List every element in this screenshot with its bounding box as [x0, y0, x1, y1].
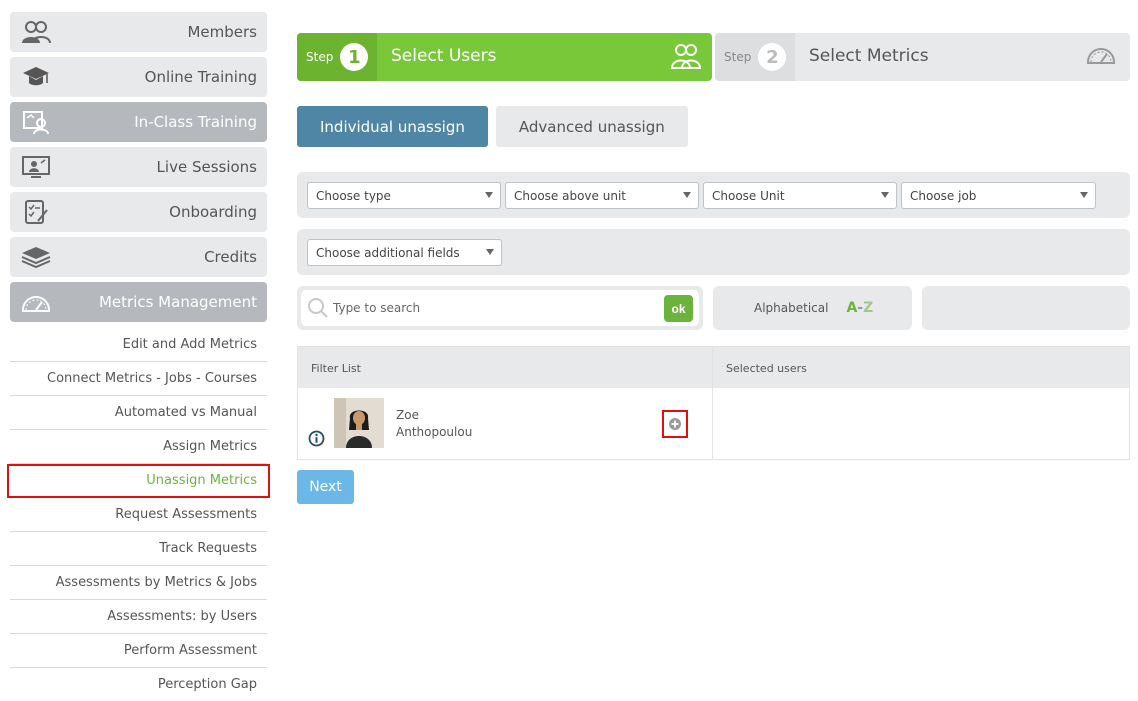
empty-panel: [922, 286, 1130, 330]
submenu-edit-and-add-metrics[interactable]: Edit and Add Metrics: [10, 328, 267, 362]
additional-filter-panel: Choose additional fields: [297, 229, 1130, 275]
search-box: ok: [301, 290, 699, 326]
dropdown-arrow-icon: [485, 192, 493, 198]
menu-item-onboarding[interactable]: Onboarding: [10, 192, 267, 232]
onboarding-checklist-icon: [20, 198, 52, 226]
submenu-assessments-by-metrics-jobs[interactable]: Assessments by Metrics & Jobs: [10, 566, 267, 600]
members-icon: [20, 18, 52, 46]
user-selection-table: Filter List Selected users Zoe Anthopoul…: [297, 346, 1130, 460]
classroom-icon: [20, 108, 52, 136]
unassign-tabs: Individual unassign Advanced unassign: [297, 106, 688, 147]
step-number: 2: [758, 43, 787, 71]
filter-panel: Choose type Choose above unit Choose Uni…: [297, 172, 1130, 218]
submenu-perform-assessment[interactable]: Perform Assessment: [10, 634, 267, 668]
menu-item-online-training[interactable]: Online Training: [10, 57, 267, 97]
choose-additional-fields-select[interactable]: Choose additional fields: [307, 239, 502, 266]
submenu-assign-metrics[interactable]: Assign Metrics: [10, 430, 267, 464]
column-divider: [712, 347, 713, 459]
choose-job-select[interactable]: Choose job: [901, 182, 1096, 209]
table-header: Filter List Selected users: [298, 347, 1129, 388]
users-icon: [670, 42, 702, 74]
submenu-connect-metrics-jobs-courses[interactable]: Connect Metrics - Jobs - Courses: [10, 362, 267, 396]
user-last-name: Anthopoulou: [396, 425, 473, 439]
menu-item-metrics-management[interactable]: Metrics Management: [10, 282, 267, 322]
choose-unit-select[interactable]: Choose Unit: [703, 182, 897, 209]
select-value: Choose above unit: [514, 188, 626, 203]
step-number: 1: [340, 43, 369, 71]
dropdown-arrow-icon: [683, 192, 691, 198]
menu-label: In-Class Training: [134, 113, 257, 131]
choose-type-select[interactable]: Choose type: [307, 182, 501, 209]
sort-label: Alphabetical: [754, 301, 829, 315]
sidebar: Members Online Training In-Class Trainin…: [7, 12, 270, 701]
search-ok-button[interactable]: ok: [664, 295, 693, 322]
search-panel: ok: [297, 286, 703, 330]
menu-label: Members: [187, 23, 257, 41]
select-value: Choose Unit: [712, 188, 785, 203]
sort-alphabetical[interactable]: Alphabetical A-Z: [713, 286, 912, 330]
menu-item-credits[interactable]: Credits: [10, 237, 267, 277]
step-head: Step 1: [297, 33, 377, 81]
menu-item-live-sessions[interactable]: Live Sessions: [10, 147, 267, 187]
tab-individual-unassign[interactable]: Individual unassign: [297, 106, 488, 147]
plus-circle-icon: [669, 418, 681, 430]
menu-item-members[interactable]: Members: [10, 12, 267, 52]
tab-advanced-unassign[interactable]: Advanced unassign: [495, 106, 688, 147]
search-icon: [307, 297, 329, 323]
step-head: Step 2: [715, 33, 795, 81]
search-input[interactable]: [333, 299, 653, 317]
wizard-steps: Step 1 Select Users Step 2 Select Metric…: [297, 33, 1130, 81]
step-title: Select Metrics: [809, 46, 929, 66]
live-session-icon: [20, 153, 52, 181]
menu-label: Onboarding: [169, 203, 257, 221]
step-title: Select Users: [391, 46, 497, 66]
select-value: Choose additional fields: [316, 245, 460, 260]
filter-list-header: Filter List: [311, 362, 361, 375]
sort-a: A: [846, 300, 858, 316]
credits-stack-icon: [20, 243, 52, 271]
dropdown-arrow-icon: [1080, 192, 1088, 198]
menu-item-in-class-training[interactable]: In-Class Training: [10, 102, 267, 142]
selected-users-header: Selected users: [726, 362, 807, 375]
sort-az-toggle[interactable]: A-Z: [846, 300, 873, 316]
add-user-button[interactable]: [662, 410, 688, 438]
choose-above-unit-select[interactable]: Choose above unit: [505, 182, 699, 209]
submenu-track-requests[interactable]: Track Requests: [10, 532, 267, 566]
step-select-metrics[interactable]: Step 2 Select Metrics: [715, 33, 1130, 81]
submenu-assessments-by-users[interactable]: Assessments: by Users: [10, 600, 267, 634]
next-button[interactable]: Next: [297, 470, 354, 504]
step-select-users[interactable]: Step 1 Select Users: [297, 33, 712, 81]
avatar: [334, 398, 384, 448]
select-value: Choose type: [316, 188, 391, 203]
select-value: Choose job: [910, 188, 977, 203]
sort-z: Z: [863, 300, 874, 316]
graduation-cap-icon: [20, 63, 52, 91]
menu-label: Metrics Management: [98, 293, 257, 311]
info-icon[interactable]: [308, 430, 325, 451]
submenu-unassign-metrics[interactable]: Unassign Metrics: [7, 464, 270, 498]
step-word: Step: [306, 50, 334, 64]
metrics-submenu: Edit and Add Metrics Connect Metrics - J…: [7, 328, 270, 701]
submenu-automated-vs-manual[interactable]: Automated vs Manual: [10, 396, 267, 430]
gauge-icon: [1086, 44, 1116, 70]
dropdown-arrow-icon: [486, 249, 494, 255]
user-first-name: Zoe: [396, 408, 419, 422]
menu-label: Credits: [204, 248, 257, 266]
submenu-request-assessments[interactable]: Request Assessments: [10, 498, 267, 532]
table-row: Zoe Anthopoulou: [298, 388, 712, 459]
step-word: Step: [724, 50, 752, 64]
submenu-perception-gap[interactable]: Perception Gap: [10, 668, 267, 701]
menu-label: Live Sessions: [156, 158, 257, 176]
menu-label: Online Training: [144, 68, 257, 86]
gauge-icon: [20, 288, 52, 316]
dropdown-arrow-icon: [881, 192, 889, 198]
